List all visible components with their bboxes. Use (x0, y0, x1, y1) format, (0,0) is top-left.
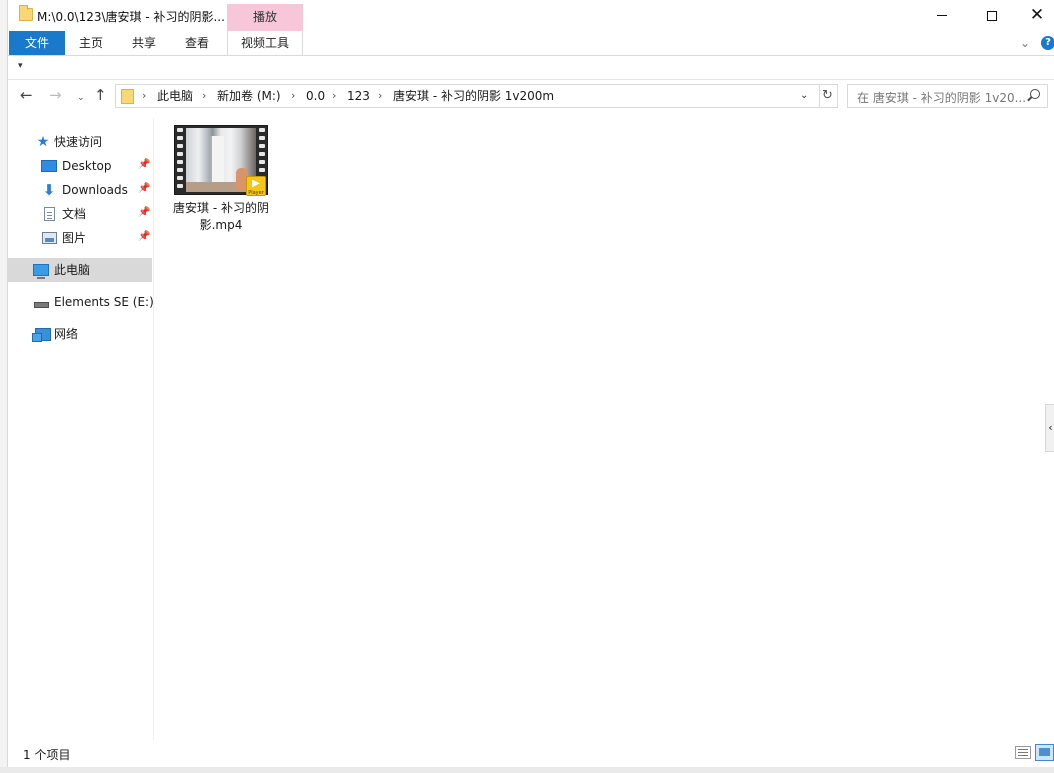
expand-ribbon-chevron-icon[interactable]: ⌄ (1020, 36, 1030, 50)
breadcrumb-this-pc[interactable]: 此电脑 (157, 88, 193, 104)
refresh-button[interactable]: ↻ (818, 84, 838, 108)
download-arrow-icon: ⬇ (42, 181, 56, 199)
item-count: 1 个项目 (23, 748, 71, 762)
pin-icon[interactable]: 📌 (138, 207, 150, 218)
sidebar-item-desktop[interactable]: Desktop 📌 (8, 154, 152, 178)
sidebar-item-label: 快速访问 (54, 135, 103, 149)
ribbon-tab-bar: 文件 主页 共享 查看 视频工具 ⌄ ? (8, 31, 1054, 56)
sidebar-item-network[interactable]: 网络 (8, 322, 152, 346)
film-strip-icon (177, 128, 183, 192)
computer-icon (33, 263, 49, 279)
desktop-background-bottom (0, 767, 1054, 773)
minimize-button[interactable] (919, 0, 965, 31)
customize-toolbar-dropdown-icon[interactable]: ▾ (18, 61, 23, 71)
preview-pane-toggle-chevron-icon[interactable]: ‹ (1045, 404, 1054, 452)
pin-icon[interactable]: 📌 (138, 183, 150, 194)
breadcrumb-chevron-icon[interactable]: › (202, 88, 206, 104)
navigation-bar: ← → ⌄ ↑ › 此电脑 › 新加卷 (M:) › 0.0 › 123 › 唐… (8, 80, 1054, 112)
breadcrumb-folder[interactable]: 123 (347, 88, 370, 104)
document-icon (41, 207, 57, 221)
file-explorer-window: M:\0.0\123\唐安琪 - 补习的阴影... 播放 ✕ 文件 主页 共享 … (7, 0, 1054, 767)
breadcrumb-chevron-icon[interactable]: › (378, 88, 382, 104)
folder-icon (121, 89, 134, 104)
maximize-icon (987, 10, 997, 21)
close-button[interactable]: ✕ (1014, 0, 1054, 31)
sidebar-item-label: Desktop (62, 159, 112, 173)
network-icon (32, 327, 51, 342)
sidebar-item-label: 网络 (54, 327, 79, 341)
sidebar-item-label: Downloads (62, 183, 128, 197)
context-tab-header-play[interactable]: 播放 (227, 4, 303, 31)
breadcrumb-chevron-icon[interactable]: › (332, 88, 336, 104)
star-icon: ★ (36, 134, 50, 150)
quick-access-toolbar: ▾ (8, 57, 1054, 80)
sidebar-item-elements-se[interactable]: Elements SE (E:) (8, 290, 154, 314)
maximize-button[interactable] (969, 0, 1015, 31)
breadcrumb-chevron-icon[interactable]: › (142, 88, 146, 104)
search-icon (1030, 89, 1040, 99)
player-badge-label: Player (248, 190, 264, 196)
desktop-background-left (0, 0, 7, 773)
folder-icon (19, 5, 33, 21)
back-arrow-icon[interactable]: ← (20, 87, 33, 103)
refresh-icon: ↻ (822, 88, 833, 103)
navigation-pane: ★ 快速访问 Desktop 📌 ⬇ Downloads 📌 文档 📌 图片 📌… (8, 118, 154, 740)
pin-icon[interactable]: 📌 (138, 231, 150, 242)
close-icon: ✕ (1029, 5, 1045, 25)
file-name-label: 唐安琪 - 补习的阴影.mp4 (173, 201, 269, 232)
tab-share[interactable]: 共享 (118, 31, 170, 55)
breadcrumb-drive[interactable]: 新加卷 (M:) (217, 88, 281, 104)
up-arrow-icon[interactable]: ↑ (94, 87, 107, 103)
tab-file[interactable]: 文件 (9, 31, 65, 55)
help-icon[interactable]: ? (1041, 36, 1054, 50)
tab-view[interactable]: 查看 (171, 31, 223, 55)
sidebar-item-this-pc[interactable]: 此电脑 (8, 258, 152, 282)
file-item-video[interactable]: ▶ Player 唐安琪 - 补习的阴影.mp4 (173, 124, 269, 236)
tab-home[interactable]: 主页 (65, 31, 117, 55)
breadcrumb-current-folder[interactable]: 唐安琪 - 补习的阴影 1v200m (393, 88, 554, 104)
address-dropdown-icon[interactable]: ⌄ (800, 88, 808, 104)
sidebar-item-label: Elements SE (E:) (54, 295, 154, 309)
window-title: M:\0.0\123\唐安琪 - 补习的阴影... (37, 10, 225, 24)
sidebar-item-label: 文档 (62, 207, 87, 221)
breadcrumb-chevron-icon[interactable]: › (291, 88, 295, 104)
large-icons-view-icon[interactable] (1035, 744, 1054, 761)
drive-icon (33, 295, 49, 309)
search-placeholder: 在 唐安琪 - 补习的阴影 1v20... (857, 91, 1025, 105)
sidebar-item-documents[interactable]: 文档 📌 (8, 202, 152, 226)
pictures-icon (41, 231, 57, 245)
sidebar-item-pictures[interactable]: 图片 📌 (8, 226, 152, 250)
details-view-icon[interactable] (1015, 746, 1031, 759)
pin-icon[interactable]: 📌 (138, 159, 150, 170)
sidebar-item-quick-access[interactable]: ★ 快速访问 (8, 130, 152, 154)
forward-arrow-icon[interactable]: → (49, 87, 62, 103)
address-bar[interactable]: › 此电脑 › 新加卷 (M:) › 0.0 › 123 › 唐安琪 - 补习的… (115, 84, 820, 108)
file-list-pane[interactable]: ▶ Player 唐安琪 - 补习的阴影.mp4 (155, 118, 1048, 740)
sidebar-item-label: 图片 (62, 231, 87, 245)
tab-video-tools[interactable]: 视频工具 (227, 31, 303, 55)
sidebar-item-downloads[interactable]: ⬇ Downloads 📌 (8, 178, 152, 202)
search-box[interactable]: 在 唐安琪 - 补习的阴影 1v20... (847, 84, 1048, 108)
player-app-icon: ▶ Player (246, 176, 266, 196)
sidebar-item-label: 此电脑 (54, 263, 91, 277)
minimize-icon (937, 15, 947, 16)
recent-locations-chevron-icon[interactable]: ⌄ (77, 90, 85, 106)
desktop-icon (41, 159, 57, 173)
status-bar: 1 个项目 (8, 740, 1054, 767)
breadcrumb-folder[interactable]: 0.0 (306, 88, 325, 104)
title-bar: M:\0.0\123\唐安琪 - 补习的阴影... 播放 ✕ (8, 0, 1054, 31)
